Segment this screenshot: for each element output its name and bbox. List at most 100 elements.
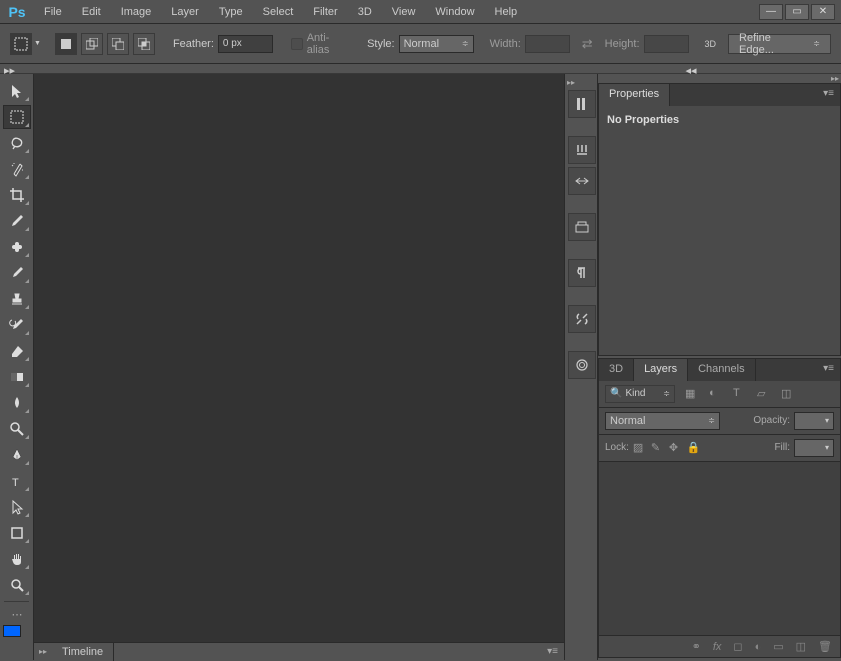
threeD-label: 3D	[705, 39, 717, 49]
refine-edge-button[interactable]: Refine Edge...≑	[728, 34, 831, 54]
minimize-button[interactable]: —	[759, 4, 783, 20]
menu-edit[interactable]: Edit	[72, 2, 111, 22]
healing-tool[interactable]	[3, 235, 31, 259]
left-collapse-icon[interactable]: ▸▸	[4, 64, 15, 73]
menu-window[interactable]: Window	[425, 2, 484, 22]
hand-tool[interactable]	[3, 547, 31, 571]
opacity-input[interactable]: ▾	[794, 412, 834, 430]
lock-transparent-icon[interactable]: ▨	[633, 441, 647, 455]
filter-adjust-icon[interactable]: ◐	[709, 387, 723, 401]
paragraph-panel-icon[interactable]	[568, 259, 596, 287]
eyedropper-tool[interactable]	[3, 209, 31, 233]
selection-intersect-button[interactable]	[133, 33, 155, 55]
shape-tool[interactable]	[3, 521, 31, 545]
canvas-area[interactable]: ▸▸ Timeline ▾≡	[34, 74, 564, 660]
marquee-tool[interactable]	[3, 105, 31, 129]
tools-panel-icon[interactable]	[568, 305, 596, 333]
menu-type[interactable]: Type	[209, 2, 253, 22]
cloud-panel-icon[interactable]	[568, 351, 596, 379]
current-tool-icon[interactable]	[10, 33, 32, 55]
selection-new-button[interactable]	[55, 33, 77, 55]
fill-label: Fill:	[774, 442, 790, 453]
blur-tool[interactable]	[3, 391, 31, 415]
tool-preset-dropdown[interactable]: ▼	[34, 40, 41, 47]
filter-type-icon[interactable]: T	[733, 387, 747, 401]
timeline-menu-icon[interactable]: ▾≡	[541, 642, 564, 661]
style-select[interactable]: Normal≑	[399, 35, 474, 53]
tab-layers[interactable]: Layers	[634, 359, 688, 381]
layers-filter-select[interactable]: 🔍 Kind ≑	[605, 385, 675, 403]
move-tool[interactable]	[3, 79, 31, 103]
layer-group-icon[interactable]: ▭	[773, 640, 783, 653]
layers-menu-icon[interactable]: ▾≡	[817, 359, 840, 381]
width-label: Width:	[490, 38, 521, 50]
history-brush-tool[interactable]	[3, 313, 31, 337]
pen-tool[interactable]	[3, 443, 31, 467]
menu-file[interactable]: File	[34, 2, 72, 22]
eraser-tool[interactable]	[3, 339, 31, 363]
foreground-color[interactable]	[3, 625, 21, 637]
filter-pixel-icon[interactable]: ▦	[685, 387, 699, 401]
side-panel-strip: ▸▸	[564, 74, 598, 660]
filter-smart-icon[interactable]: ◫	[781, 387, 795, 401]
layers-panel: 3D Layers Channels ▾≡ 🔍 Kind ≑ ▦ ◐ T ▱ ◫	[598, 358, 841, 658]
height-input[interactable]	[644, 35, 689, 53]
feather-input[interactable]	[218, 35, 273, 53]
layers-list[interactable]	[599, 462, 840, 635]
properties-menu-icon[interactable]: ▾≡	[817, 84, 840, 106]
tab-channels[interactable]: Channels	[688, 359, 755, 381]
gradient-tool[interactable]	[3, 365, 31, 389]
menu-help[interactable]: Help	[485, 2, 528, 22]
layer-fx-icon[interactable]: fx	[713, 641, 722, 653]
new-layer-icon[interactable]: ◫	[796, 640, 806, 653]
history-panel-icon[interactable]	[568, 90, 596, 118]
lasso-tool[interactable]	[3, 131, 31, 155]
blend-mode-select[interactable]: Normal≑	[605, 412, 720, 430]
menu-layer[interactable]: Layer	[161, 2, 209, 22]
feather-label: Feather:	[173, 38, 214, 50]
timeline-tab[interactable]: Timeline	[52, 643, 114, 661]
lock-all-icon[interactable]: 🔒	[687, 441, 701, 455]
antialias-checkbox[interactable]	[291, 38, 303, 50]
strip-collapse-icon[interactable]: ▸▸	[565, 78, 577, 87]
menu-view[interactable]: View	[382, 2, 426, 22]
delete-layer-icon[interactable]: 🗑	[818, 640, 832, 653]
lock-pixels-icon[interactable]: ✎	[651, 441, 665, 455]
fill-input[interactable]: ▾	[794, 439, 834, 457]
properties-tab[interactable]: Properties	[599, 84, 670, 106]
tab-3d[interactable]: 3D	[599, 359, 634, 381]
lock-position-icon[interactable]: ✥	[669, 441, 683, 455]
crop-tool[interactable]	[3, 183, 31, 207]
timeline-collapse-icon[interactable]: ▸▸	[34, 647, 52, 656]
width-input[interactable]	[525, 35, 570, 53]
brushes-panel-icon[interactable]	[568, 136, 596, 164]
layer-mask-icon[interactable]: ◻	[733, 640, 742, 653]
path-select-tool[interactable]	[3, 495, 31, 519]
menu-select[interactable]: Select	[253, 2, 304, 22]
mid-collapse-icon[interactable]: ◂◂	[686, 64, 697, 73]
properties-panel: Properties ▾≡ No Properties	[598, 83, 841, 356]
magic-wand-tool[interactable]	[3, 157, 31, 181]
edit-toolbar-button[interactable]: ⋯	[3, 606, 31, 622]
zoom-tool[interactable]	[3, 573, 31, 597]
swap-wh-icon[interactable]: ⇄	[582, 36, 593, 52]
swatches-panel-icon[interactable]	[568, 167, 596, 195]
filter-shape-icon[interactable]: ▱	[757, 387, 771, 401]
properties-body: No Properties	[599, 106, 840, 355]
type-tool[interactable]: T	[3, 469, 31, 493]
dodge-tool[interactable]	[3, 417, 31, 441]
brush-tool[interactable]	[3, 261, 31, 285]
adjustment-layer-icon[interactable]: ◐	[755, 641, 762, 653]
menu-image[interactable]: Image	[111, 2, 162, 22]
close-button[interactable]: ✕	[811, 4, 835, 20]
menu-3d[interactable]: 3D	[348, 2, 382, 22]
selection-add-button[interactable]	[81, 33, 103, 55]
maximize-button[interactable]: ▭	[785, 4, 809, 20]
layers-panel-icon[interactable]	[568, 213, 596, 241]
stamp-tool[interactable]	[3, 287, 31, 311]
panels-collapse-icon[interactable]: ▸▸	[598, 74, 841, 83]
right-panels: ▸▸ Properties ▾≡ No Properties 3D Layers…	[598, 74, 841, 660]
menu-filter[interactable]: Filter	[303, 2, 347, 22]
selection-subtract-button[interactable]	[107, 33, 129, 55]
link-layers-icon[interactable]: ⚭	[692, 640, 701, 653]
